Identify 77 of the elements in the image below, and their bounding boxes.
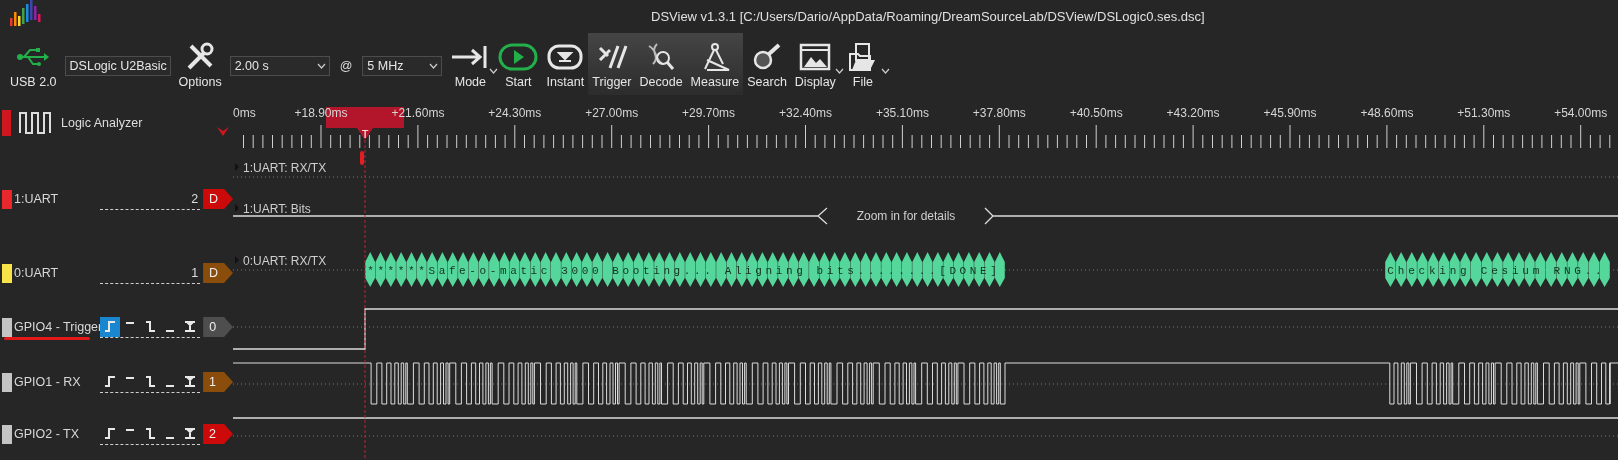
- channel-name: 0:UART: [14, 266, 60, 280]
- play-icon: [498, 43, 539, 71]
- decoded-text: ******Safe-o-matic 3000 Booting... Aligning bits........[DONE]: [367, 265, 997, 277]
- time-label: +29.70ms: [682, 106, 736, 120]
- decoder-index: 1: [191, 265, 200, 280]
- rising-edge-icon: [103, 319, 117, 334]
- chevron-icon: [489, 68, 499, 74]
- channel-name: GPIO2 - TX: [14, 427, 81, 441]
- any-edge-icon: [183, 426, 198, 441]
- tools-icon: [185, 42, 216, 72]
- window-title: DSView v1.3.1 [C:/Users/Dario/AppData/Roaming/DreamSourceLab/DSView/DSLogic0.ses.dsc]: [651, 9, 1205, 24]
- channel-color-bar[interactable]: [2, 424, 12, 444]
- rise-trigger-button[interactable]: [100, 316, 120, 337]
- start-button[interactable]: Start: [494, 33, 543, 95]
- channel-name: GPIO1 - RX: [14, 375, 82, 389]
- usb-button[interactable]: USB 2.0: [6, 33, 61, 95]
- any-edge-icon: [183, 374, 198, 389]
- device-dropdown[interactable]: DSLogic U2Basic: [64, 56, 171, 76]
- mode-button[interactable]: Mode: [446, 33, 495, 95]
- zoom-hint: Zoom in for details: [856, 209, 956, 223]
- decode-button[interactable]: Decode: [635, 33, 687, 95]
- falling-edge-icon: [143, 319, 158, 334]
- collapse-arrow-icon[interactable]: [217, 127, 229, 136]
- cursor-mark: [360, 151, 364, 165]
- file-button[interactable]: File: [839, 33, 886, 95]
- square-wave-icon: [19, 111, 53, 134]
- trigger-pointer-icon[interactable]: [357, 128, 373, 140]
- channel-tag[interactable]: 1: [203, 372, 233, 392]
- duration-dropdown[interactable]: 2.00 s: [229, 56, 330, 76]
- time-label: +54.00ms: [1554, 106, 1608, 120]
- time-label: +27.00ms: [585, 106, 639, 120]
- panel-title: Logic Analyzer: [61, 115, 143, 130]
- decoded-text: Checking Cesium RNG..: [1387, 265, 1602, 277]
- rising-edge-icon: [102, 374, 117, 389]
- channel-color-bar[interactable]: [2, 263, 12, 283]
- channel-color-bar[interactable]: [2, 189, 12, 209]
- time-label: 0ms: [233, 106, 256, 120]
- time-label: +43.20ms: [1166, 106, 1220, 120]
- panel-color-bar: [2, 109, 11, 136]
- channel-name: GPIO4 - Trigger: [14, 320, 100, 334]
- folder-icon: [847, 42, 878, 72]
- channel-color-bar[interactable]: [2, 372, 12, 392]
- display-button[interactable]: Display: [790, 33, 840, 95]
- chevron-icon: [880, 68, 890, 74]
- channel-name: 1:UART: [14, 192, 60, 206]
- decoder-index: 2: [191, 191, 200, 206]
- any-edge-icon: [183, 319, 198, 334]
- window-icon: [799, 42, 832, 72]
- trigger-label: T: [361, 128, 369, 140]
- channel-tag[interactable]: D: [203, 263, 233, 283]
- chevron-icon: [429, 63, 439, 69]
- time-label: +35.10ms: [875, 106, 929, 120]
- decoder-row-label: 0:UART: RX/TX: [243, 254, 327, 268]
- time-label: +24.30ms: [488, 106, 542, 120]
- channel-tag[interactable]: 2: [203, 424, 233, 444]
- trigger-button[interactable]: Trigger: [588, 33, 636, 95]
- rising-edge-icon: [102, 426, 117, 441]
- search-button[interactable]: Search: [743, 33, 791, 95]
- decoder-row-label: 1:UART: RX/TX: [243, 161, 327, 175]
- at-sign: @: [338, 59, 354, 73]
- channel-tag[interactable]: 0: [203, 317, 233, 337]
- time-label: +37.80ms: [972, 106, 1026, 120]
- chevron-icon: [316, 63, 326, 69]
- decoder-row-label: 1:UART: Bits: [243, 202, 311, 216]
- time-label: +45.90ms: [1263, 106, 1317, 120]
- instant-button[interactable]: Instant: [542, 33, 589, 95]
- measure-button[interactable]: Measure: [686, 33, 744, 95]
- channel-color-bar[interactable]: [2, 317, 12, 337]
- options-button[interactable]: Options: [174, 33, 226, 95]
- channel-tag[interactable]: D: [203, 189, 233, 209]
- time-label: +40.50ms: [1069, 106, 1123, 120]
- sample-rate-dropdown[interactable]: 5 MHz: [362, 56, 443, 76]
- time-label: +48.60ms: [1360, 106, 1414, 120]
- usb-icon: [16, 47, 51, 67]
- time-label: +32.40ms: [779, 106, 832, 120]
- chevron-icon: [834, 68, 844, 74]
- time-label: +51.30ms: [1457, 106, 1511, 120]
